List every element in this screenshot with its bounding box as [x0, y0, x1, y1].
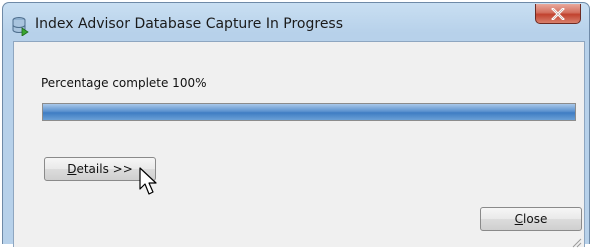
resize-grip-icon[interactable]: [570, 233, 582, 248]
progress-label: Percentage complete 100%: [41, 76, 207, 90]
close-button-mnemonic: C: [514, 212, 524, 226]
close-button[interactable]: Close: [480, 207, 582, 231]
close-button-label: lose: [523, 212, 548, 226]
database-capture-icon: [11, 16, 31, 37]
dialog-content: Percentage complete 100% Details >> Clos…: [13, 41, 585, 248]
title-bar: Index Advisor Database Capture In Progre…: [3, 3, 589, 43]
window-title: Index Advisor Database Capture In Progre…: [35, 16, 344, 32]
window-close-button[interactable]: [535, 4, 581, 24]
dialog-window: Index Advisor Database Capture In Progre…: [2, 2, 590, 248]
progress-bar: [42, 103, 576, 121]
details-button-label: etails >>: [76, 162, 133, 176]
close-icon: [551, 7, 565, 20]
progress-bar-fill: [43, 104, 575, 120]
details-button-mnemonic: D: [67, 162, 77, 176]
arrow-cursor-icon: [139, 167, 161, 197]
